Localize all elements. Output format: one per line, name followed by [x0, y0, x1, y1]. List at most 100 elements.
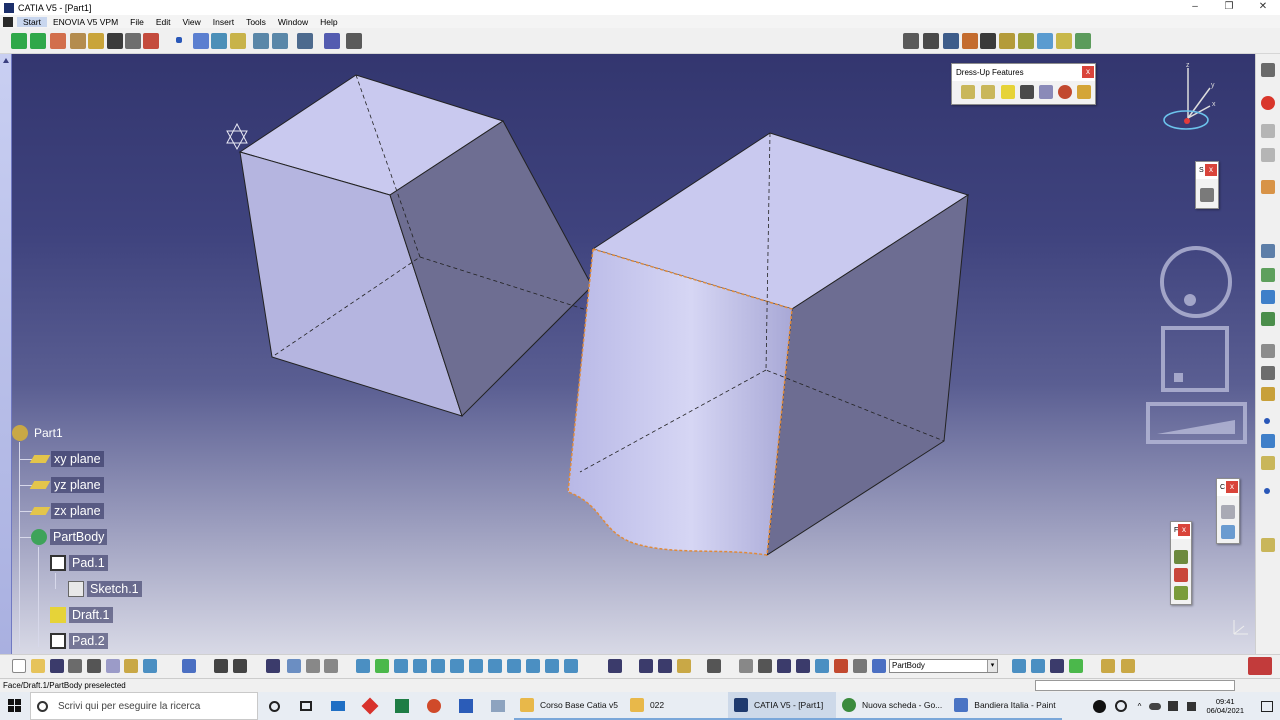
- knowledge-icon[interactable]: [1012, 659, 1026, 673]
- tree-node-pad2[interactable]: Pad.2: [50, 631, 108, 651]
- new-file-icon[interactable]: [12, 659, 26, 673]
- comment-icon[interactable]: [233, 659, 247, 673]
- compass-icon[interactable]: z y x: [1160, 60, 1220, 136]
- volume-icon[interactable]: [1182, 692, 1200, 720]
- groove-icon[interactable]: [962, 33, 978, 49]
- dressup-panel-title[interactable]: Dress-Up Features x: [952, 64, 1095, 81]
- zoom-out-icon[interactable]: [450, 659, 464, 673]
- thread-icon[interactable]: [1058, 85, 1072, 99]
- point-icon[interactable]: [176, 37, 182, 43]
- excel-icon[interactable]: [386, 692, 418, 720]
- whats-this-icon[interactable]: [182, 659, 196, 673]
- loft-icon[interactable]: [1056, 33, 1072, 49]
- shell-icon[interactable]: [1020, 85, 1034, 99]
- copy-icon[interactable]: [106, 659, 120, 673]
- current-body-select[interactable]: PartBody ▾: [889, 659, 998, 673]
- material-icon[interactable]: [677, 659, 691, 673]
- feature-icon-2[interactable]: [1174, 568, 1188, 582]
- tree-node-part1[interactable]: Part1: [12, 423, 66, 443]
- measure-icon[interactable]: [346, 33, 362, 49]
- fit-all-icon[interactable]: [253, 33, 269, 49]
- start-button[interactable]: [0, 692, 30, 720]
- right-tool-11-icon[interactable]: [1261, 366, 1275, 380]
- menu-enovia[interactable]: ENOVIA V5 VPM: [47, 17, 124, 27]
- deviation-icon[interactable]: [834, 659, 848, 673]
- cortana-icon[interactable]: [258, 692, 290, 720]
- check-icon[interactable]: [1069, 659, 1083, 673]
- taskbar-search-input[interactable]: Scrivi qui per eseguire la ricerca: [30, 692, 258, 720]
- right-solid[interactable]: [567, 132, 970, 556]
- move-icon[interactable]: [30, 33, 46, 49]
- right-tool-last-icon[interactable]: [1261, 538, 1275, 552]
- tree-node-xy-plane[interactable]: xy plane: [29, 449, 104, 469]
- feature-icon-3[interactable]: [1174, 586, 1188, 600]
- right-point2-icon[interactable]: [1264, 488, 1270, 494]
- slot-icon[interactable]: [1018, 33, 1034, 49]
- chevron-up-icon[interactable]: ^: [1132, 692, 1146, 720]
- tree-node-zx-plane[interactable]: zx plane: [29, 501, 104, 521]
- draft-icon[interactable]: [1001, 85, 1015, 99]
- constraint-panel-icon-1[interactable]: [1221, 505, 1235, 519]
- construction-icon[interactable]: [324, 659, 338, 673]
- remove-face-icon[interactable]: [1077, 85, 1091, 99]
- stop-icon[interactable]: [1261, 96, 1275, 110]
- menu-help[interactable]: Help: [314, 17, 343, 27]
- table-icon[interactable]: [266, 659, 280, 673]
- right-tool-9-icon[interactable]: [1261, 312, 1275, 326]
- task-view-icon[interactable]: [290, 692, 322, 720]
- rib-icon[interactable]: [999, 33, 1015, 49]
- menu-edit[interactable]: Edit: [150, 17, 177, 27]
- catia-menu-icon[interactable]: [3, 16, 13, 27]
- 3d-scene[interactable]: [12, 54, 1255, 654]
- open-folder-icon[interactable]: [31, 659, 45, 673]
- measure-between-icon[interactable]: [739, 659, 753, 673]
- snap-point-icon[interactable]: [306, 659, 320, 673]
- remove-loft-icon[interactable]: [1075, 33, 1091, 49]
- assemble-icon[interactable]: [1121, 659, 1135, 673]
- thickness-icon[interactable]: [1039, 85, 1053, 99]
- hide-icon[interactable]: [545, 659, 559, 673]
- curve-icon[interactable]: [193, 33, 209, 49]
- left-solid[interactable]: [238, 74, 613, 417]
- clock[interactable]: 09:41 06/04/2021: [1206, 697, 1244, 715]
- right-tool-10-icon[interactable]: [1261, 344, 1275, 358]
- catalog-icon[interactable]: [143, 33, 159, 49]
- right-tool-7-icon[interactable]: [1261, 268, 1275, 282]
- menu-start[interactable]: Start: [17, 16, 47, 27]
- body-icon[interactable]: [872, 659, 886, 673]
- parameter-icon[interactable]: [1031, 659, 1045, 673]
- rule-icon[interactable]: [1050, 659, 1064, 673]
- shaft-icon[interactable]: [943, 33, 959, 49]
- tree-node-pad1[interactable]: Pad.1: [50, 553, 108, 573]
- menu-window[interactable]: Window: [272, 17, 314, 27]
- manipulate-icon[interactable]: [70, 33, 86, 49]
- sketch-edit-icon[interactable]: [1200, 188, 1214, 202]
- cut-icon[interactable]: [87, 659, 101, 673]
- taskbar-app-022[interactable]: 022: [623, 692, 728, 720]
- powerpoint-icon[interactable]: [418, 692, 450, 720]
- tree-node-draft1[interactable]: Draft.1: [50, 605, 113, 625]
- network-icon[interactable]: [1164, 692, 1182, 720]
- help-icon[interactable]: [1088, 692, 1110, 720]
- word-icon[interactable]: [450, 692, 482, 720]
- tree-node-partbody[interactable]: PartBody: [31, 527, 108, 547]
- normal-view-icon[interactable]: [469, 659, 483, 673]
- axis-system-icon[interactable]: [639, 659, 653, 673]
- fillet-icon[interactable]: [961, 85, 975, 99]
- notifications-icon[interactable]: [1254, 692, 1280, 720]
- grid-icon[interactable]: [287, 659, 301, 673]
- taskbar-app-chrome[interactable]: Nuova scheda - Go...: [835, 692, 949, 720]
- minimize-button[interactable]: –: [1178, 0, 1212, 15]
- right-tool-4-icon[interactable]: [1261, 148, 1275, 162]
- zoom-in-icon[interactable]: [431, 659, 445, 673]
- command-input[interactable]: [1035, 680, 1235, 691]
- right-tool-8-icon[interactable]: [1261, 290, 1275, 304]
- inertia-icon[interactable]: [777, 659, 791, 673]
- swap-icon[interactable]: [564, 659, 578, 673]
- hide-show-icon[interactable]: [324, 33, 340, 49]
- draft-analysis-icon[interactable]: [853, 659, 867, 673]
- constraint-panel-icon-2[interactable]: [1221, 525, 1235, 539]
- zoom-area-icon[interactable]: [272, 33, 288, 49]
- cloud-icon[interactable]: [1146, 692, 1164, 720]
- right-tool-3-icon[interactable]: [1261, 124, 1275, 138]
